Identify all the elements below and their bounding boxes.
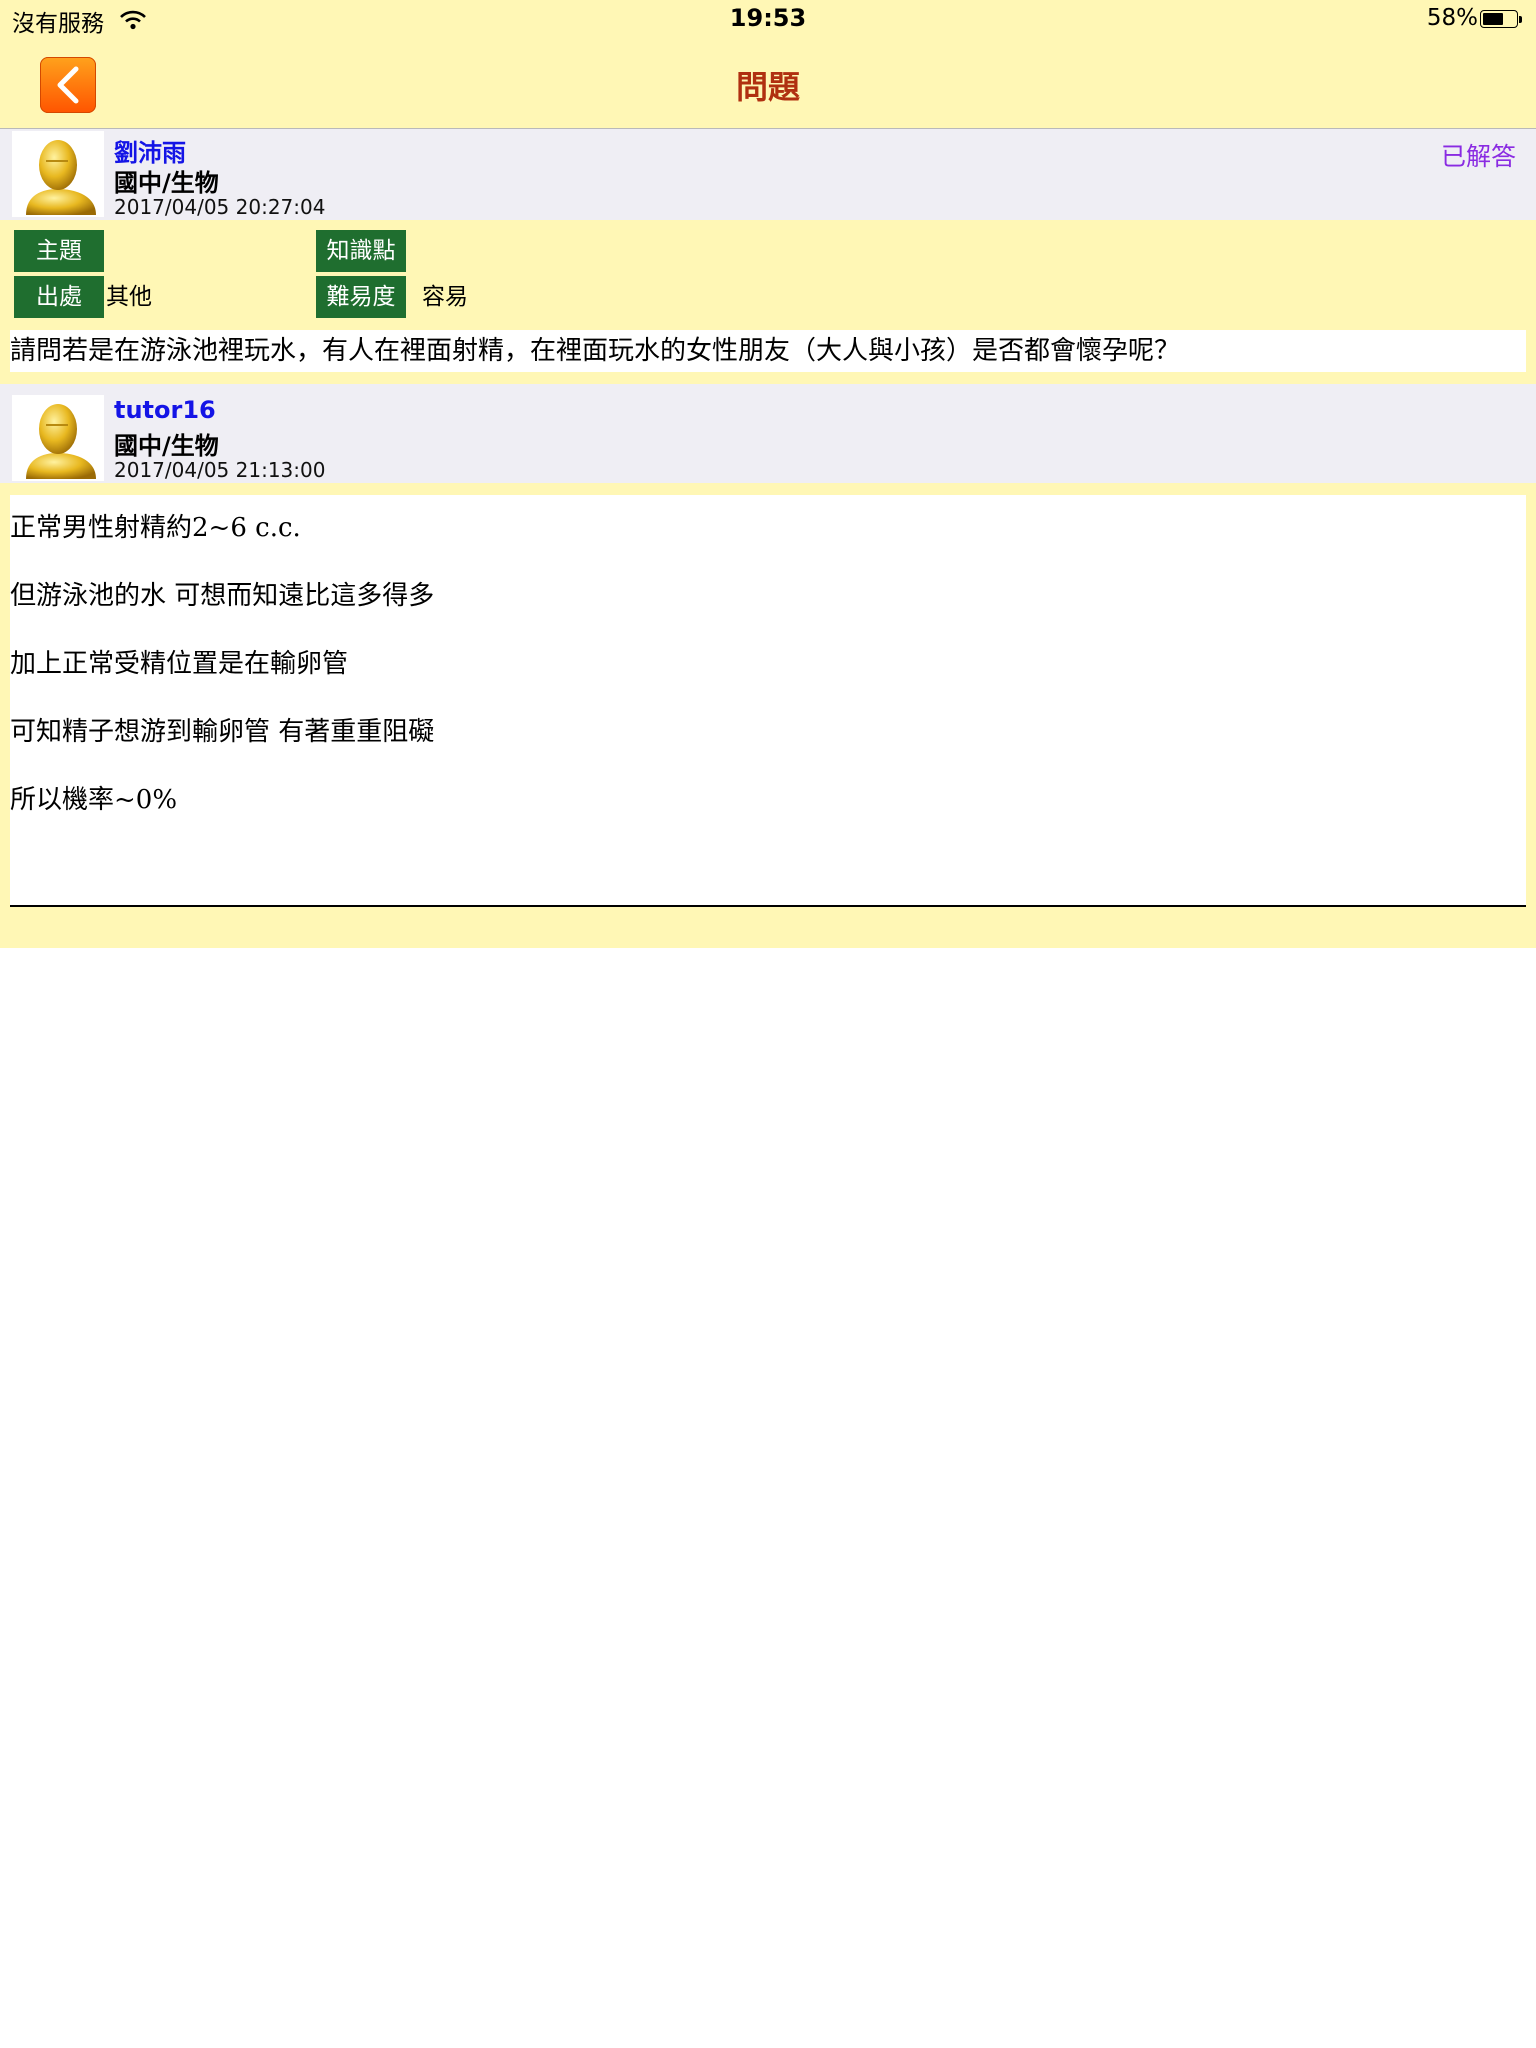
question-header: 劉沛雨 國中/生物 2017/04/05 20:27:04 已解答 xyxy=(0,129,1536,220)
post-datetime: 2017/04/05 20:27:04 xyxy=(114,195,326,219)
answer-line: 可知精子想游到輸卵管 有著重重阻礙 xyxy=(10,717,435,747)
tag-source-value: 其他 xyxy=(106,284,152,310)
user-avatar-icon xyxy=(26,140,96,215)
clock: 19:53 xyxy=(729,4,807,32)
battery-percent: 58% xyxy=(1426,5,1478,31)
avatar xyxy=(12,395,104,481)
answer-header: tutor16 國中/生物 2017/04/05 21:13:00 xyxy=(0,384,1536,483)
battery-icon xyxy=(1480,10,1524,30)
answer-line: 所以機率~0% xyxy=(10,785,178,815)
avatar xyxy=(12,131,104,217)
subject-label: 國中/生物 xyxy=(114,432,219,460)
user-avatar-icon xyxy=(26,404,96,479)
status-badge: 已解答 xyxy=(1440,142,1516,171)
answer-body: 正常男性射精約2~6 c.c. 但游泳池的水 可想而知遠比這多得多 加上正常受精… xyxy=(0,483,1536,948)
tag-source-label: 出處 xyxy=(14,276,104,318)
top-bar: 沒有服務 19:53 58% 問題 xyxy=(0,0,1536,129)
answer-line: 正常男性射精約2~6 c.c. xyxy=(10,513,301,543)
question-text: 請問若是在游泳池裡玩水，有人在裡面射精，在裡面玩水的女性朋友（大人與小孩）是否都… xyxy=(10,330,1526,372)
post-datetime: 2017/04/05 21:13:00 xyxy=(114,458,326,482)
answer-line: 但游泳池的水 可想而知遠比這多得多 xyxy=(10,581,435,611)
question-body: 主題 知識點 出處 其他 難易度 容易 請問若是在游泳池裡玩水，有人在裡面射精，… xyxy=(0,220,1536,384)
tag-knowledge-label: 知識點 xyxy=(316,230,406,272)
tag-difficulty-value: 容易 xyxy=(422,284,468,310)
author-name[interactable]: tutor16 xyxy=(114,396,216,424)
answer-text: 正常男性射精約2~6 c.c. 但游泳池的水 可想而知遠比這多得多 加上正常受精… xyxy=(10,495,1526,907)
subject-label: 國中/生物 xyxy=(114,169,219,197)
page-title: 問題 xyxy=(735,68,800,106)
answer-line: 加上正常受精位置是在輸卵管 xyxy=(10,649,349,679)
tag-difficulty-label: 難易度 xyxy=(316,276,406,318)
tag-topic-label: 主題 xyxy=(14,230,104,272)
